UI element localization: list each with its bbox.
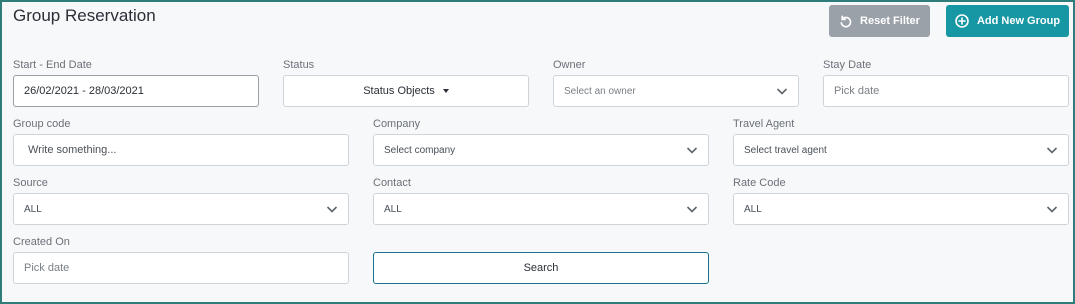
status-value: Status Objects (363, 85, 435, 97)
travel-agent-label: Travel Agent (733, 118, 795, 130)
contact-value: ALL (384, 203, 402, 215)
travel-agent-select[interactable]: Select travel agent (733, 134, 1069, 166)
date-range-label: Start - End Date (13, 59, 92, 71)
group-code-input[interactable]: Write something... (13, 134, 349, 166)
stay-date-input[interactable]: Pick date (823, 75, 1069, 107)
search-button[interactable]: Search (373, 252, 709, 284)
owner-label: Owner (553, 59, 586, 71)
contact-select[interactable]: ALL (373, 193, 709, 225)
rate-code-label: Rate Code (733, 177, 786, 189)
owner-placeholder: Select an owner (564, 85, 636, 97)
company-placeholder: Select company (384, 144, 456, 156)
add-new-group-button[interactable]: Add New Group (946, 5, 1069, 37)
company-label: Company (373, 118, 421, 130)
source-value: ALL (24, 203, 42, 215)
chevron-down-icon (776, 88, 788, 95)
group-code-placeholder: Write something... (28, 144, 117, 156)
status-dropdown[interactable]: Status Objects (283, 75, 529, 107)
search-label: Search (523, 262, 559, 274)
chevron-down-icon (686, 206, 698, 213)
reset-filter-button[interactable]: Reset Filter (829, 5, 930, 37)
group-reservation-panel: Group Reservation Reset Filter Add New G… (0, 0, 1075, 304)
travel-agent-placeholder: Select travel agent (744, 144, 827, 156)
rotate-ccw-icon (839, 15, 852, 28)
created-on-label: Created On (13, 236, 70, 248)
chevron-down-icon (1046, 206, 1058, 213)
rate-code-value: ALL (744, 203, 762, 215)
company-select[interactable]: Select company (373, 134, 709, 166)
reset-filter-label: Reset Filter (860, 15, 920, 27)
caret-down-icon (442, 89, 449, 93)
group-code-label: Group code (13, 118, 71, 130)
owner-select[interactable]: Select an owner (553, 75, 799, 107)
source-select[interactable]: ALL (13, 193, 349, 225)
stay-date-label: Stay Date (823, 59, 872, 71)
plus-circle-icon (955, 14, 969, 28)
chevron-down-icon (326, 206, 338, 213)
chevron-down-icon (1046, 147, 1058, 154)
date-range-value: 26/02/2021 - 28/03/2021 (24, 85, 144, 97)
page-title: Group Reservation (13, 6, 156, 25)
chevron-down-icon (686, 147, 698, 154)
stay-date-placeholder: Pick date (834, 85, 880, 97)
add-new-group-label: Add New Group (976, 15, 1061, 27)
status-label: Status (283, 59, 315, 71)
date-range-field[interactable]: 26/02/2021 - 28/03/2021 (13, 75, 259, 107)
created-on-placeholder: Pick date (24, 262, 70, 274)
contact-label: Contact (373, 177, 411, 189)
created-on-input[interactable]: Pick date (13, 252, 349, 284)
source-label: Source (13, 177, 48, 189)
rate-code-select[interactable]: ALL (733, 193, 1069, 225)
